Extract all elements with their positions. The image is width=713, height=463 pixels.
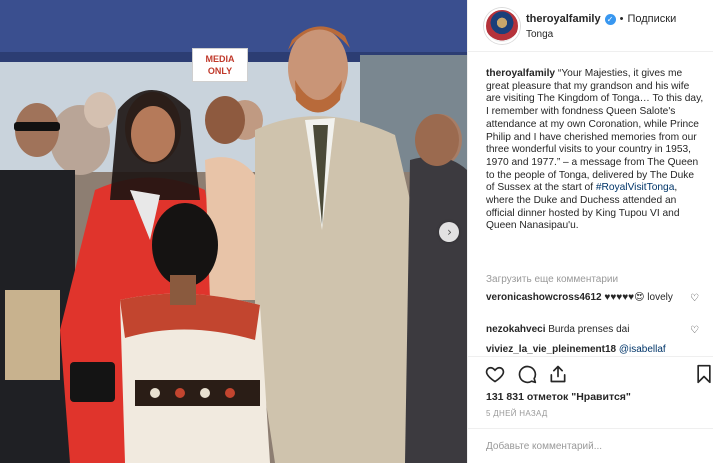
comment-item: viviez_la_vie_pleinement18 @isabellaf xyxy=(486,344,696,357)
likes-count[interactable]: 131 831 отметок "Нравится" xyxy=(486,391,631,403)
heart-icon[interactable] xyxy=(485,364,505,384)
post-caption: theroyalfamily “Your Majesties, it gives… xyxy=(486,68,704,233)
following-button[interactable]: Подписки xyxy=(627,13,676,25)
share-icon[interactable] xyxy=(548,364,568,384)
location-link[interactable]: Tonga xyxy=(526,29,553,40)
avatar[interactable] xyxy=(484,8,520,44)
post-timestamp[interactable]: 5 ДНЕЙ НАЗАД xyxy=(486,409,548,418)
action-bar xyxy=(468,356,713,390)
post-photo[interactable]: MEDIA ONLY › xyxy=(0,0,467,463)
comment-text: ♥♥♥♥♥😍 lovely xyxy=(604,292,673,303)
comment-text: Burda prenses dai xyxy=(548,324,630,335)
comment-mention[interactable]: @isabellaf xyxy=(619,344,666,355)
carousel-next-button[interactable]: › xyxy=(439,222,459,242)
post-header-row: theroyalfamily ✓ • Подписки xyxy=(526,13,676,25)
media-only-sign: MEDIA ONLY xyxy=(192,48,248,82)
caption-username[interactable]: theroyalfamily xyxy=(486,68,555,79)
comment-item: veronicashowcross4612 ♥♥♥♥♥😍 lovely xyxy=(486,292,696,305)
sign-line-1: MEDIA xyxy=(205,54,235,64)
caption-text: “Your Majesties, it gives me great pleas… xyxy=(486,68,704,194)
bookmark-icon[interactable] xyxy=(694,364,713,384)
header-separator: • xyxy=(619,13,624,25)
sign-line-2: ONLY xyxy=(207,66,233,76)
add-comment-input[interactable] xyxy=(486,438,696,454)
chevron-right-icon: › xyxy=(447,225,452,239)
comment-like-heart-icon[interactable]: ♡ xyxy=(690,293,699,304)
comment-username[interactable]: viviez_la_vie_pleinement18 xyxy=(486,344,616,355)
comment-like-heart-icon[interactable]: ♡ xyxy=(690,325,699,336)
caption-hashtag[interactable]: #RoyalVisitTonga xyxy=(596,182,675,193)
load-more-comments-button[interactable]: Загрузить еще комментарии xyxy=(486,274,618,285)
post-header: theroyalfamily ✓ • Подписки Tonga xyxy=(468,0,713,52)
comment-username[interactable]: nezokahveci xyxy=(486,324,545,335)
comment-item: nezokahveci Burda prenses dai xyxy=(486,324,696,337)
post-sidebar: theroyalfamily ✓ • Подписки Tonga theroy… xyxy=(467,0,713,463)
comment-username[interactable]: veronicashowcross4612 xyxy=(486,292,602,303)
add-comment-bar xyxy=(468,428,713,463)
username-link[interactable]: theroyalfamily xyxy=(526,13,601,25)
comment-icon[interactable] xyxy=(517,364,537,384)
verified-badge-icon: ✓ xyxy=(604,13,616,25)
